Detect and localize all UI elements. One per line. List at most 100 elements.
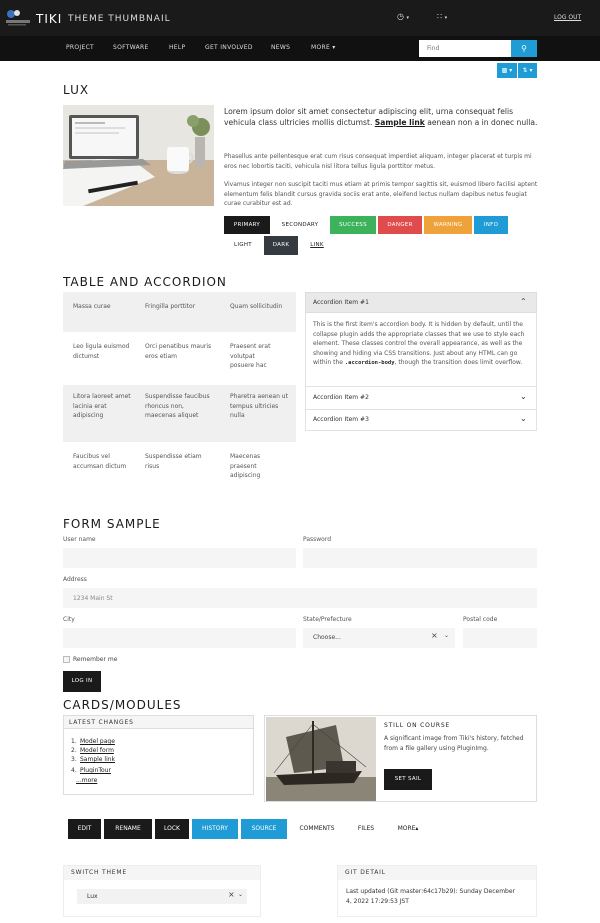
nav-get-involved[interactable]: GET INVOLVED xyxy=(205,44,253,51)
nav-more[interactable]: MORE ▾ xyxy=(311,44,336,51)
table-cell: Praesent erat volutpat posuere hac xyxy=(230,343,271,369)
light-button[interactable]: LIGHT xyxy=(224,236,262,254)
chevron-down-icon: ⌄ xyxy=(444,632,450,639)
dark-button[interactable]: DARK xyxy=(264,236,298,255)
table-section-title: TABLE AND ACCORDION xyxy=(63,275,227,289)
theme-select[interactable] xyxy=(77,889,247,904)
username-label: User name xyxy=(63,536,96,543)
accordion-item-3-label: Accordion Item #3 xyxy=(313,416,369,423)
paragraph-2: Phasellus ante pellentesque erat cum ris… xyxy=(224,153,532,170)
danger-button[interactable]: DANGER xyxy=(378,216,422,234)
nav-help[interactable]: HELP xyxy=(169,44,185,51)
nav-software[interactable]: SOFTWARE xyxy=(113,44,149,51)
table-cell: Orci penatibus mauris eros etiam xyxy=(145,343,212,360)
ship-image xyxy=(266,717,376,801)
chevron-down-icon: ⌄ xyxy=(520,392,527,401)
warning-button[interactable]: WARNING xyxy=(424,216,472,234)
clock-icon[interactable]: ◷ ▾ xyxy=(397,12,409,21)
card-text: A significant image from Tiki's history,… xyxy=(384,735,524,752)
card-title: STILL ON COURSE xyxy=(384,722,451,729)
page-title: LUX xyxy=(63,83,90,97)
password-field[interactable] xyxy=(303,548,537,568)
remember-checkbox[interactable] xyxy=(63,656,70,663)
lead-text-end: aenean non a in donec nulla. xyxy=(427,118,538,127)
table-cell: Suspendisse faucibus rhoncus non, maecen… xyxy=(145,393,210,419)
accordion-body-text-end: , though the transition does limit overf… xyxy=(394,359,523,366)
login-button[interactable]: LOG IN xyxy=(63,671,101,692)
files-button[interactable]: FILES xyxy=(347,819,385,839)
toolbox-icon: ▩ ▾ xyxy=(501,67,513,74)
postal-field[interactable] xyxy=(463,628,537,648)
city-label: City xyxy=(63,616,75,623)
table-cell: Pharetra aenean ut tempus ultricies null… xyxy=(230,393,288,419)
tiki-logo[interactable] xyxy=(3,8,33,28)
latest-change-link[interactable]: Model page xyxy=(80,738,115,745)
latest-change-link[interactable]: PluginTour xyxy=(80,767,111,774)
latest-changes-title: LATEST CHANGES xyxy=(64,716,253,729)
table-cell: Litora laoreet amet lacinia erat adipisc… xyxy=(73,393,131,419)
list-item-number: 4. xyxy=(71,767,77,774)
search-input[interactable] xyxy=(419,40,511,57)
table-cell: Suspendisse etiam risus xyxy=(145,453,202,470)
nav-more-label: MORE xyxy=(311,44,331,51)
more-menu-label: MORE xyxy=(397,825,416,832)
postal-label: Postal code xyxy=(463,616,498,623)
username-field[interactable] xyxy=(63,548,296,568)
nav-news[interactable]: NEWS xyxy=(271,44,290,51)
state-select-value: Choose... xyxy=(313,634,341,641)
chevron-down-icon: ⌄ xyxy=(238,891,244,898)
primary-button[interactable]: PRIMARY xyxy=(224,216,270,234)
sort-icon: ⇅ ▾ xyxy=(522,67,533,74)
remember-label: Remember me xyxy=(73,656,118,663)
table-cell: Massa curae xyxy=(73,303,111,310)
more-link[interactable]: ...more xyxy=(76,777,97,784)
apps-icon[interactable]: ∷ ▾ xyxy=(437,12,447,21)
address-placeholder: 1234 Main St xyxy=(73,595,113,602)
search-button[interactable]: ⚲ xyxy=(511,40,537,57)
success-button[interactable]: SUCCESS xyxy=(330,216,376,234)
link-button[interactable]: LINK xyxy=(304,236,330,254)
site-subtitle: THEME THUMBNAIL xyxy=(68,14,171,24)
table-cell: Leo ligula euismod dictumst xyxy=(73,343,130,360)
accordion-body-code: .accordion-body xyxy=(344,360,395,366)
sample-link[interactable]: Sample link xyxy=(375,118,425,127)
address-field[interactable] xyxy=(63,588,537,608)
comments-button[interactable]: COMMENTS xyxy=(291,819,343,839)
switch-theme-title: SWITCH THEME xyxy=(64,866,260,880)
theme-select-value: Lux xyxy=(87,893,98,900)
table-cell: Quam sollicitudin xyxy=(230,303,283,310)
list-item-number: 2. xyxy=(71,747,77,754)
logout-link[interactable]: LOG OUT xyxy=(554,14,581,21)
history-button[interactable]: HISTORY xyxy=(192,819,238,839)
password-label: Password xyxy=(303,536,332,543)
git-detail-title: GIT DETAIL xyxy=(338,866,536,880)
chevron-up-icon: ⌃ xyxy=(520,297,527,306)
latest-change-link[interactable]: Sample link xyxy=(80,756,115,763)
edit-button[interactable]: EDIT xyxy=(68,819,101,839)
info-button[interactable]: INFO xyxy=(474,216,508,234)
lead-paragraph: Lorem ipsum dolor sit amet consectetur a… xyxy=(224,106,538,128)
city-field[interactable] xyxy=(63,628,296,648)
table-cell: Maecenas praesent adipiscing xyxy=(230,453,261,479)
list-item-number: 1. xyxy=(71,738,77,745)
secondary-button[interactable]: SECONDARY xyxy=(272,216,328,234)
set-sail-button[interactable]: SET SAIL xyxy=(384,769,432,790)
page-actions-button[interactable]: ⇅ ▾ xyxy=(518,63,537,78)
more-menu-button[interactable]: MORE▴ xyxy=(388,819,428,839)
git-detail-text: Last updated (Git master:64c17b29): Sund… xyxy=(346,888,516,905)
clear-icon[interactable]: × xyxy=(228,890,235,899)
source-button[interactable]: SOURCE xyxy=(241,819,287,839)
caret-down-icon: ▾ xyxy=(332,44,336,51)
address-label: Address xyxy=(63,576,87,583)
clear-icon[interactable]: × xyxy=(431,631,438,640)
lock-button[interactable]: LOCK xyxy=(155,819,189,839)
caret-up-icon: ▴ xyxy=(415,825,419,832)
latest-change-link[interactable]: Model form xyxy=(80,747,114,754)
table-row-shade xyxy=(63,292,296,332)
state-label: State/Prefecture xyxy=(303,616,352,623)
nav-project[interactable]: PROJECT xyxy=(66,44,94,51)
rename-button[interactable]: RENAME xyxy=(104,819,152,839)
accordion-item-1-label: Accordion Item #1 xyxy=(313,299,369,306)
page-tools-button[interactable]: ▩ ▾ xyxy=(497,63,517,78)
cards-section-title: CARDS/MODULES xyxy=(63,698,182,712)
